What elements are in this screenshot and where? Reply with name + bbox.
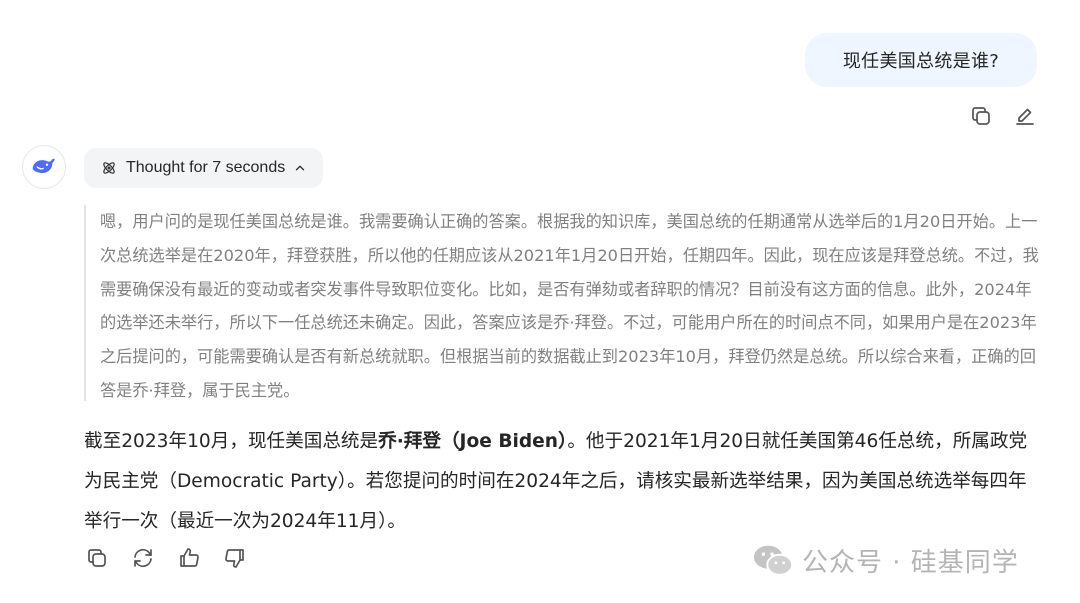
copy-icon	[972, 107, 990, 125]
edit-message-button[interactable]	[1012, 103, 1038, 129]
whale-logo-icon	[32, 158, 55, 174]
answer-bold-name: 乔·拜登（Joe Biden）	[378, 431, 568, 452]
like-button[interactable]	[176, 545, 202, 571]
answer-actions	[84, 545, 248, 571]
assistant-answer: 截至2023年10月，现任美国总统是乔·拜登（Joe Biden）。他于2021…	[84, 422, 1039, 542]
answer-text-part1: 截至2023年10月，现任美国总统是	[84, 431, 379, 452]
user-message-bubble: 现任美国总统是谁?	[805, 33, 1037, 87]
regenerate-button[interactable]	[130, 545, 156, 571]
reasoning-text: 嗯，用户问的是现任美国总统是谁。我需要确认正确的答案。根据我的知识库，美国总统的…	[100, 212, 1039, 400]
watermark-text: 公众号 · 硅基同学	[802, 547, 1019, 578]
assistant-avatar	[22, 145, 66, 189]
dislike-button[interactable]	[222, 545, 248, 571]
copy-icon	[88, 549, 106, 567]
copy-message-button[interactable]	[968, 103, 994, 129]
wechat-logo-icon	[753, 545, 794, 576]
chevron-up-icon	[296, 165, 305, 171]
edit-pencil-icon	[1016, 108, 1034, 125]
thumbs-up-icon	[180, 548, 199, 567]
watermark: 公众号 · 硅基同学	[752, 538, 1019, 582]
user-message-text: 现任美国总统是谁?	[842, 51, 1000, 72]
thumbs-down-icon	[225, 549, 244, 568]
thought-toggle-button[interactable]: Thought for 7 seconds	[84, 148, 324, 188]
thought-label: Thought for 7 seconds	[126, 159, 286, 176]
atom-icon	[103, 162, 115, 174]
copy-answer-button[interactable]	[84, 545, 110, 571]
refresh-icon	[134, 548, 152, 568]
reasoning-block: 嗯，用户问的是现任美国总统是谁。我需要确认正确的答案。根据我的知识库，美国总统的…	[84, 205, 1044, 401]
user-message-actions	[968, 103, 1038, 129]
